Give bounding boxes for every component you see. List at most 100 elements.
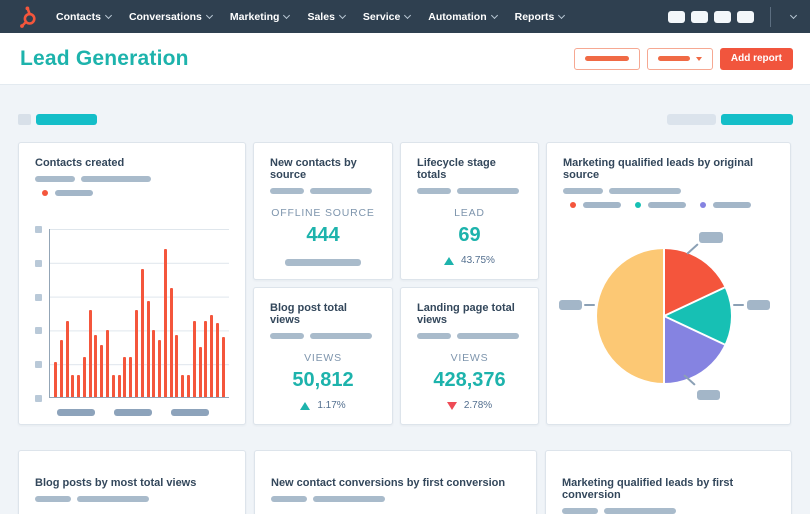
range-placeholder[interactable] (667, 114, 716, 125)
dashboard-filter-button[interactable] (573, 47, 640, 70)
pie-slice-separator (663, 315, 726, 346)
contacts-created-bars (54, 229, 225, 397)
account-chevron-down-icon[interactable] (789, 11, 798, 19)
delta-value: 43.75% (461, 255, 495, 266)
chevron-down-icon (283, 11, 291, 19)
delta-value: 1.17% (317, 400, 346, 411)
nav-icon-placeholder-4[interactable] (737, 10, 754, 23)
report-grid-bottom: Blog posts by most total views New conta… (18, 450, 793, 514)
delta-value: 2.78% (463, 400, 493, 411)
nav-item-label: Marketing (229, 10, 280, 23)
bar (100, 344, 104, 397)
bar-chart (35, 226, 229, 402)
main-nav: Contacts Conversations Marketing Sales Servi… (56, 11, 668, 23)
nav-icon-placeholder-2[interactable] (691, 10, 708, 23)
report-title: Lifecycle stage totals (417, 157, 496, 181)
bar (82, 356, 86, 397)
bar (204, 321, 208, 397)
report-title: Contacts created (35, 157, 125, 169)
header-actions: Add report (573, 47, 793, 70)
metric-value: 50,812 (292, 369, 354, 391)
legend-item (635, 202, 686, 208)
bar (65, 321, 69, 397)
chevron-down-icon (205, 11, 213, 19)
bar (215, 323, 219, 397)
metric-label: VIEWS (304, 352, 342, 364)
bar (134, 309, 138, 397)
bar (111, 375, 115, 397)
nav-item-sales[interactable]: Sales (307, 11, 346, 23)
report-title: Marketing qualified leads by original so… (563, 157, 754, 181)
metric-value: 69 (458, 224, 481, 246)
delta-row: 2.78% (417, 400, 522, 411)
metric-label: VIEWS (450, 352, 489, 364)
bar (152, 329, 156, 397)
bar (163, 249, 167, 397)
chevron-down-icon (695, 56, 702, 61)
chevron-down-icon (558, 11, 566, 19)
nav-item-reports[interactable]: Reports (514, 10, 566, 23)
mql-pie-chart (597, 249, 731, 383)
pie-connector-line (584, 304, 595, 306)
card-mql-by-first-conversion: Marketing qualified leads by first conve… (545, 450, 792, 514)
bar (88, 309, 92, 397)
nav-icon-placeholder-3[interactable] (714, 10, 731, 23)
bar (117, 375, 121, 397)
top-nav: Contacts Conversations Marketing Sales Servi… (0, 0, 810, 33)
card-blog-posts-by-most-total-views: Blog posts by most total views (18, 450, 246, 514)
bar (77, 375, 81, 397)
chevron-down-icon (490, 11, 498, 19)
bar (129, 356, 133, 397)
legend-item (42, 190, 93, 196)
add-report-button[interactable]: Add report (719, 47, 793, 70)
dashboard-actions-dropdown[interactable] (646, 47, 713, 70)
pie-label-placeholder (559, 300, 582, 310)
report-title: Marketing qualified leads by first conve… (562, 477, 734, 501)
metric-value: 444 (306, 224, 340, 246)
legend-label-placeholder (55, 190, 93, 196)
subtitle-placeholders (417, 333, 522, 339)
pie-label-placeholder (697, 390, 720, 400)
nav-item-label: Conversations (128, 10, 202, 23)
subtitle-placeholders (563, 188, 774, 194)
bar (175, 334, 179, 397)
filter-icon-placeholder[interactable] (18, 114, 31, 125)
report-grid-top: Contacts created New contacts by source … (18, 142, 793, 425)
button-label-placeholder (657, 56, 690, 61)
pie-slice-separator (663, 316, 665, 383)
chart-legend (563, 202, 774, 208)
bar (198, 346, 202, 397)
legend-item (570, 202, 621, 208)
filter-right (667, 114, 793, 125)
legend-label-placeholder (583, 202, 621, 208)
bar (123, 356, 127, 397)
bar (181, 375, 185, 397)
bar (210, 314, 214, 397)
nav-item-contacts[interactable]: Contacts (56, 11, 112, 23)
button-label-placeholder (584, 56, 629, 61)
y-axis-tick-placeholders (35, 226, 49, 402)
apply-placeholder[interactable] (721, 114, 793, 125)
card-landing-page-total-views: Landing page total views VIEWS 428,376 2… (400, 287, 539, 425)
page-title: Lead Generation (20, 46, 189, 70)
hubspot-logo-icon[interactable] (14, 4, 40, 30)
nav-utilities (668, 6, 798, 27)
x-axis-label-placeholders (57, 409, 229, 416)
filter-chip-placeholder[interactable] (36, 114, 97, 125)
delta-row: 1.17% (270, 400, 376, 411)
bar (106, 329, 110, 397)
bar (186, 375, 190, 397)
nav-item-conversations[interactable]: Conversations (128, 10, 213, 23)
nav-icon-placeholder-1[interactable] (668, 10, 685, 23)
nav-item-automation[interactable]: Automation (428, 11, 498, 23)
nav-item-service[interactable]: Service (363, 11, 412, 23)
subtitle-placeholders (35, 496, 229, 502)
chevron-down-icon (404, 11, 412, 19)
nav-item-label: Reports (514, 10, 555, 23)
bar (71, 375, 75, 397)
chart-legend (35, 190, 229, 196)
subtitle-placeholders (270, 333, 376, 339)
page-header: Lead Generation Add report (0, 33, 810, 85)
card-lifecycle-stage-totals: Lifecycle stage totals LEAD 69 43.75% (400, 142, 539, 280)
nav-item-marketing[interactable]: Marketing (229, 10, 291, 23)
